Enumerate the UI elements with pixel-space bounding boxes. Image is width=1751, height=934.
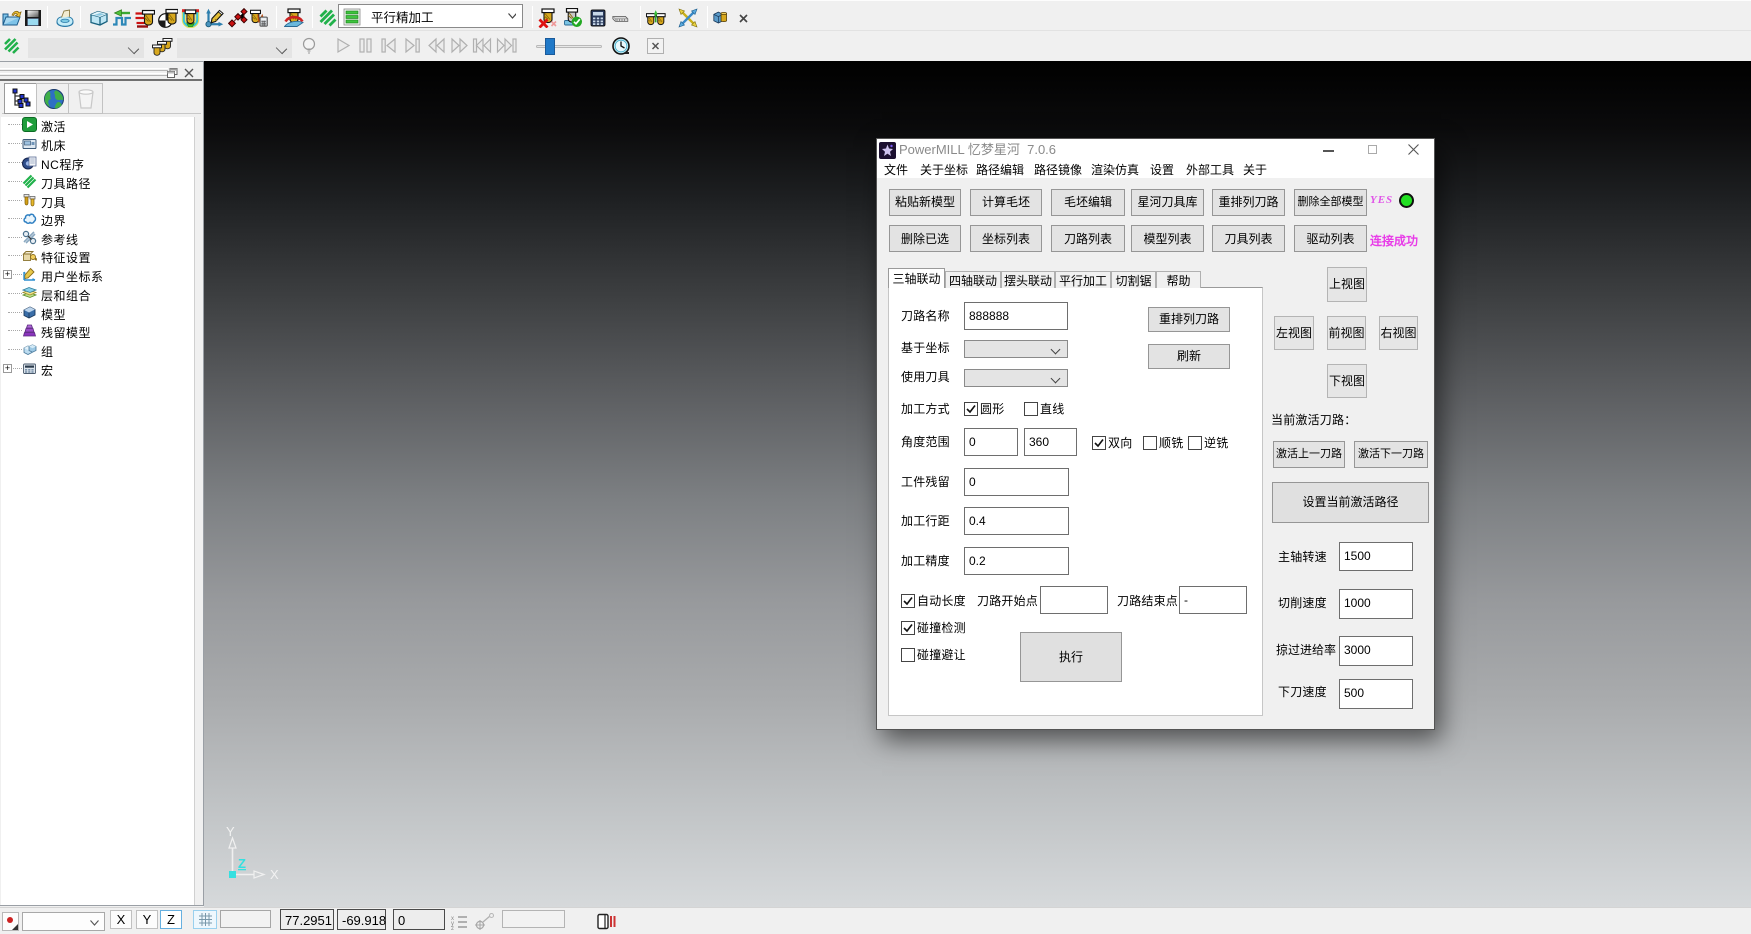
svg-text:X: X (270, 867, 279, 882)
svg-text:Z: Z (238, 856, 246, 871)
svg-text:z: z (451, 926, 454, 930)
svg-text:Y: Y (226, 826, 235, 839)
